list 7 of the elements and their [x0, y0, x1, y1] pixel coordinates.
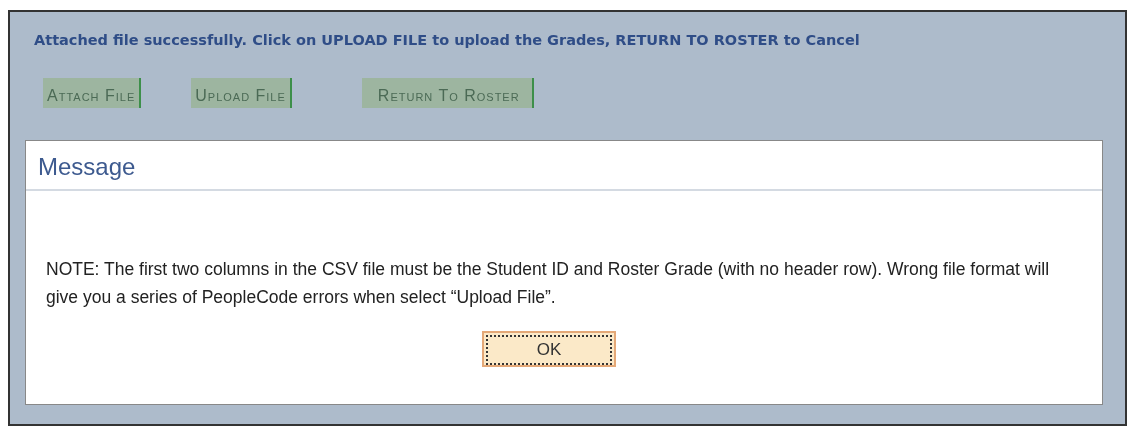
dialog-text: NOTE: The first two columns in the CSV file must be the Student ID and Roster Grade (with no header row). Wrong file format will give you a series of PeopleCode errors when select “Upload File”. — [46, 258, 1051, 309]
page-button[interactable]: Attach File — [43, 78, 142, 108]
status-message: Attached file successfully. Click on UPLOAD FILE to upload the Grades, RETURN TO ROSTER to Cancel — [33, 31, 861, 50]
dialog-title: Message — [26, 141, 1102, 191]
page-button[interactable]: Upload File — [191, 78, 292, 108]
page-button[interactable]: Return To Roster — [361, 78, 534, 108]
ok-button[interactable]: OK — [482, 331, 616, 367]
